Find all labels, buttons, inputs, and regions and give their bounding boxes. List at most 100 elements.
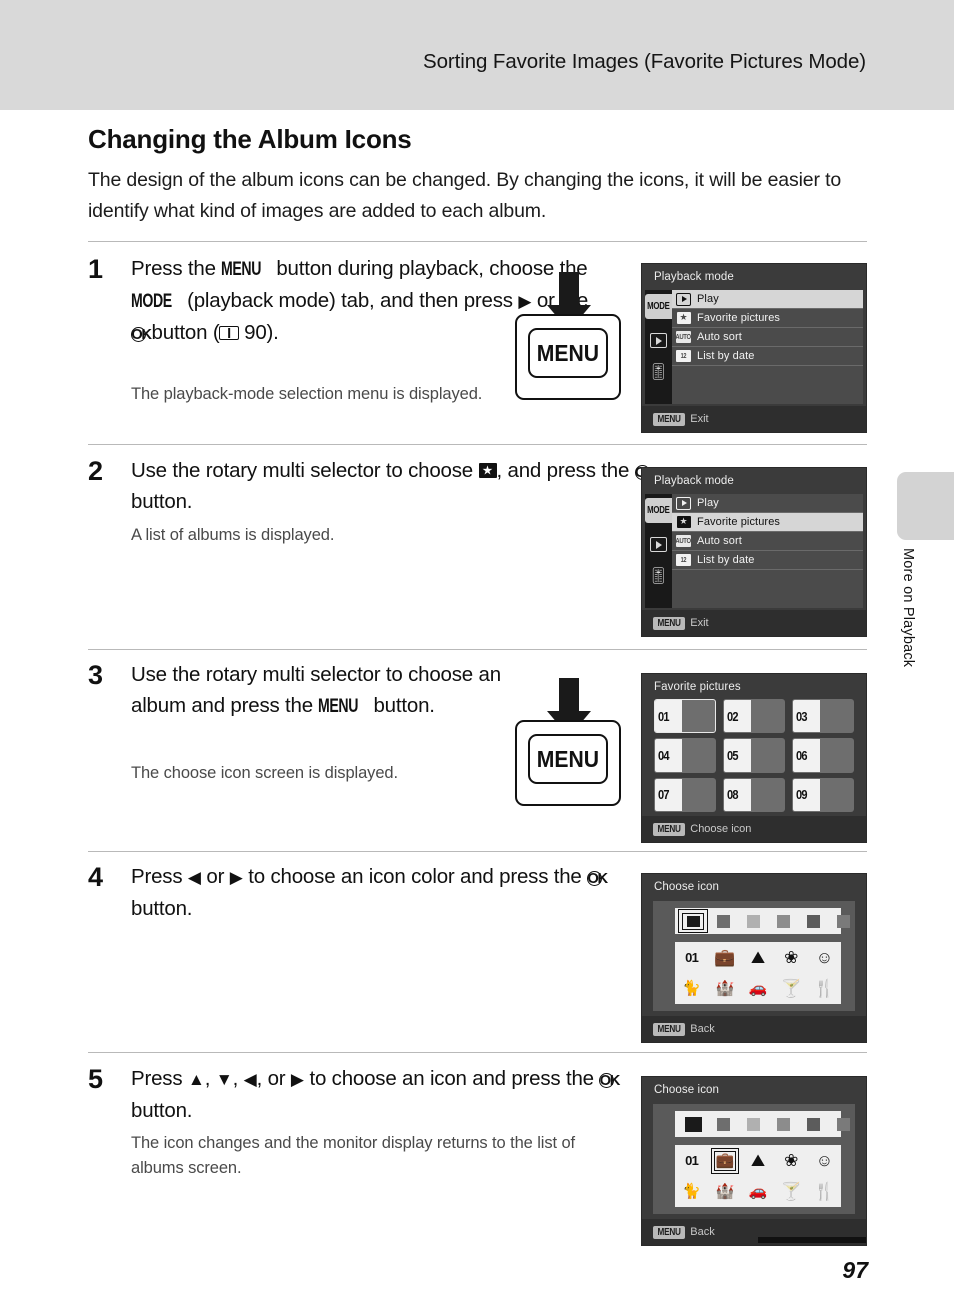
menu-item-play[interactable]: Play xyxy=(672,290,863,309)
tab-mode[interactable]: MODE xyxy=(645,498,672,523)
color-swatch[interactable] xyxy=(708,1112,738,1136)
car-icon[interactable]: 🚗 xyxy=(744,1179,772,1205)
tab-play[interactable] xyxy=(645,532,672,557)
step-number: 5 xyxy=(88,1064,104,1094)
wrench-icon: 🎚 xyxy=(648,567,669,585)
right-arrow-glyph: ▶ xyxy=(290,1068,304,1089)
briefcase-icon[interactable]: 💼 xyxy=(710,1147,739,1174)
tab-mode-label: MODE xyxy=(647,301,670,312)
album-number: 08 xyxy=(724,778,751,811)
cat-icon[interactable]: 🐈 xyxy=(678,976,706,1002)
color-swatch[interactable] xyxy=(678,1112,708,1136)
cocktail-icon[interactable]: 🍸 xyxy=(777,976,805,1002)
screen-playback-mode-2: Playback mode MODE 🎚 Play Favorite pictu… xyxy=(641,467,867,637)
menu-item-list-by-date[interactable]: 12 List by date xyxy=(672,551,863,570)
step-instruction: Use the rotary multi selector to choose … xyxy=(131,659,531,722)
color-swatch[interactable] xyxy=(738,909,768,933)
flower-icon[interactable]: ❀ xyxy=(777,945,805,971)
icon-panel: 01 💼 ⛰ ❀ ☺ 🐈 🏰 🚗 🍸 🍴 xyxy=(653,1104,855,1214)
restaurant-icon[interactable]: 🍴 xyxy=(810,1179,838,1205)
menu-item-list-by-date[interactable]: 12 List by date xyxy=(672,347,863,366)
tab-setup[interactable]: 🎚 xyxy=(645,360,672,385)
menu-item-label: Play xyxy=(697,497,719,509)
album-number: 03 xyxy=(793,700,820,733)
color-swatch[interactable] xyxy=(678,909,708,933)
screen-choose-icon-pick: Choose icon 01 💼 ⛰ ❀ ☺ 🐈 🏰 🚗 🍸 🍴 MENU Ba… xyxy=(641,1076,867,1246)
menu-key[interactable]: MENU xyxy=(528,328,608,378)
menu-badge: MENU xyxy=(653,1225,686,1239)
color-swatch[interactable] xyxy=(798,1112,828,1136)
mountain-icon[interactable]: ⛰ xyxy=(744,1148,772,1174)
screen-footer: MENU Choose icon xyxy=(642,816,866,842)
album-number-icon[interactable]: 01 xyxy=(678,945,706,971)
album-number: 05 xyxy=(724,739,751,772)
footer-action-label: Back xyxy=(690,1023,715,1035)
footer-action-label: Back xyxy=(690,1226,715,1238)
album-item[interactable]: 04 xyxy=(654,738,716,773)
icon-grid: 01 💼 ⛰ ❀ ☺ 🐈 🏰 🚗 🍸 🍴 xyxy=(675,1145,841,1207)
castle-icon[interactable]: 🏰 xyxy=(711,1179,739,1205)
person-icon[interactable]: ☺ xyxy=(810,945,838,971)
screen-choose-icon-color: Choose icon 01 💼 ⛰ ❀ ☺ 🐈 🏰 🚗 🍸 🍴 MENU Ba… xyxy=(641,873,867,1043)
car-icon[interactable]: 🚗 xyxy=(744,976,772,1002)
color-swatch[interactable] xyxy=(768,1112,798,1136)
album-item[interactable]: 02 xyxy=(723,699,785,734)
tab-setup[interactable]: 🎚 xyxy=(645,564,672,589)
menu-item-auto-sort[interactable]: AUTO Auto sort xyxy=(672,328,863,347)
menu-item-favorite-pictures[interactable]: Favorite pictures xyxy=(672,309,863,328)
album-number-icon[interactable]: 01 xyxy=(678,1148,706,1174)
menu-key[interactable]: MENU xyxy=(528,734,608,784)
album-item[interactable]: 08 xyxy=(723,777,785,812)
menu-item-play[interactable]: Play xyxy=(672,494,863,513)
album-item[interactable]: 09 xyxy=(792,777,854,812)
cat-icon[interactable]: 🐈 xyxy=(678,1179,706,1205)
album-number: 04 xyxy=(655,739,682,772)
color-swatch[interactable] xyxy=(738,1112,768,1136)
person-icon[interactable]: ☺ xyxy=(810,1148,838,1174)
book-reference-icon xyxy=(219,326,240,340)
album-item[interactable]: 01 xyxy=(654,699,716,734)
color-swatch[interactable] xyxy=(708,909,738,933)
briefcase-icon[interactable]: 💼 xyxy=(711,945,739,971)
tab-mode-label: MODE xyxy=(647,505,670,516)
tab-mode[interactable]: MODE xyxy=(645,294,672,319)
color-swatch[interactable] xyxy=(828,909,858,933)
color-swatch[interactable] xyxy=(768,909,798,933)
screen-footer: MENU Exit xyxy=(642,610,866,636)
step-instruction: Press ◀ or ▶ to choose an icon color and… xyxy=(131,861,631,924)
flower-icon[interactable]: ❀ xyxy=(777,1148,805,1174)
ok-button-glyph: OK xyxy=(131,327,152,344)
menu-item-auto-sort[interactable]: AUTO Auto sort xyxy=(672,532,863,551)
screen-favorite-pictures: Favorite pictures 01 02 03 04 05 06 07 0… xyxy=(641,673,867,843)
menu-button-glyph: MENU xyxy=(318,696,359,717)
castle-icon[interactable]: 🏰 xyxy=(711,976,739,1002)
step-text-part: Press xyxy=(131,865,188,888)
menu-item-label: List by date xyxy=(697,554,755,566)
menu-item-favorite-pictures[interactable]: Favorite pictures xyxy=(672,513,863,532)
mountain-icon[interactable]: ⛰ xyxy=(744,945,772,971)
step-text-part: button ( xyxy=(146,321,220,344)
step-note: A list of albums is displayed. xyxy=(131,526,335,544)
step-text-part: or xyxy=(200,865,230,888)
step-text-part: , xyxy=(204,1067,216,1090)
color-swatch[interactable] xyxy=(828,1112,858,1136)
footer-action-label: Exit xyxy=(690,413,709,425)
restaurant-icon[interactable]: 🍴 xyxy=(810,976,838,1002)
album-number: 06 xyxy=(793,739,820,772)
album-item[interactable]: 05 xyxy=(723,738,785,773)
separator-5 xyxy=(88,1052,867,1053)
auto-sort-icon: AUTO xyxy=(676,535,692,548)
step-text-part: , and press the xyxy=(496,459,635,482)
step-text-part: Use the rotary multi selector to choose … xyxy=(131,663,501,717)
album-item[interactable]: 03 xyxy=(792,699,854,734)
color-swatch[interactable] xyxy=(798,909,828,933)
album-item[interactable]: 07 xyxy=(654,777,716,812)
cocktail-icon[interactable]: 🍸 xyxy=(777,1179,805,1205)
section-intro: The design of the album icons can be cha… xyxy=(88,169,842,222)
menu-key-label: MENU xyxy=(536,339,600,366)
screen-title: Playback mode xyxy=(654,271,734,283)
tab-play[interactable] xyxy=(645,328,672,353)
album-item[interactable]: 06 xyxy=(792,738,854,773)
separator-3 xyxy=(88,649,867,650)
running-title: Sorting Favorite Images (Favorite Pictur… xyxy=(423,50,866,73)
